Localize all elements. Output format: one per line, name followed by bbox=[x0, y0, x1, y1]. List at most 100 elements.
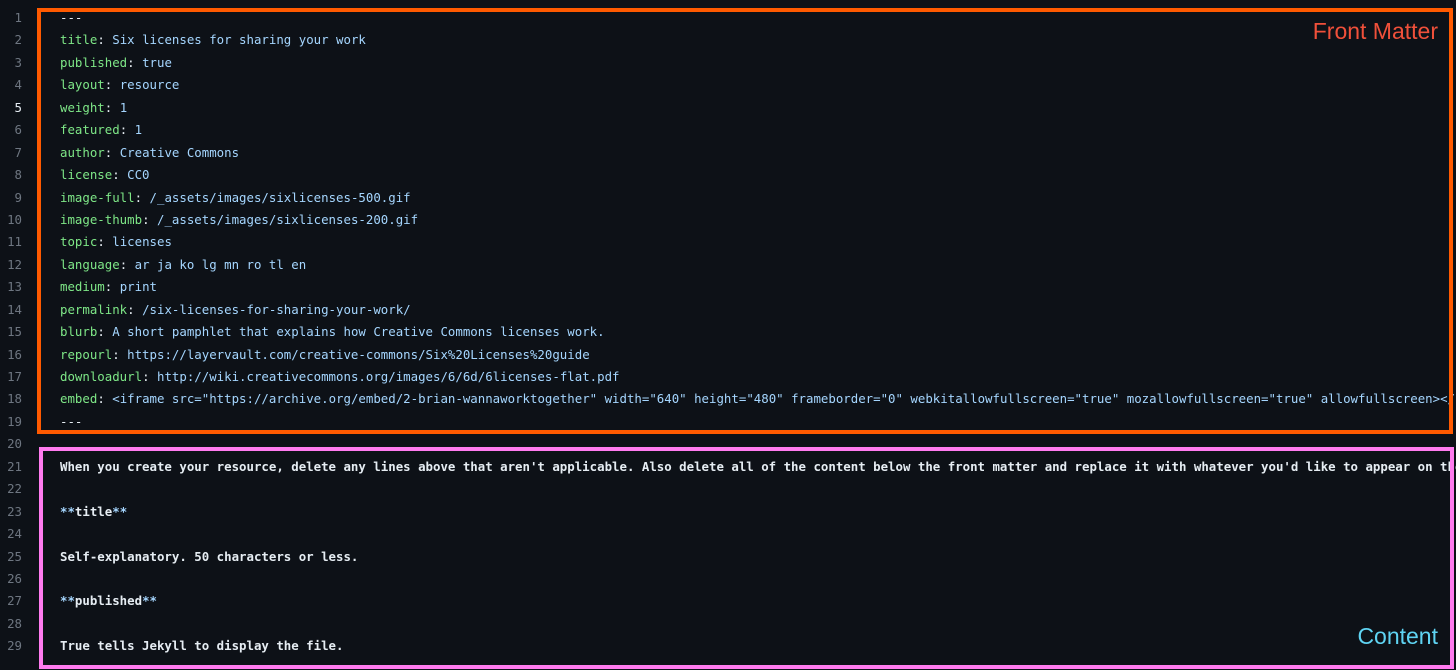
code-line[interactable]: 23 **title** bbox=[0, 501, 1456, 523]
line-text: layout: resource bbox=[60, 74, 179, 96]
code-line[interactable]: 26 bbox=[0, 568, 1456, 590]
line-number: 8 bbox=[14, 167, 22, 183]
markdown-bold-marker: ** bbox=[60, 503, 75, 519]
text-token: : bbox=[127, 54, 143, 70]
line-number: 23 bbox=[7, 503, 22, 519]
yaml-key: weight bbox=[60, 99, 105, 115]
code-editor[interactable]: 1 --- 2 title: Six licenses for sharing you… bbox=[0, 7, 1456, 658]
text-token: : bbox=[127, 301, 143, 317]
yaml-value: licenses bbox=[112, 234, 172, 250]
yaml-value: <iframe src="https://archive.org/embed/2… bbox=[112, 391, 1456, 407]
code-line[interactable]: 1 --- bbox=[0, 7, 1456, 29]
text-token: True tells Jekyll to display the file. bbox=[60, 638, 344, 654]
yaml-key: downloadurl bbox=[60, 369, 143, 384]
code-line[interactable]: 10 image-thumb: /_assets/images/sixlicens… bbox=[0, 209, 1456, 231]
line-text: Self-explanatory. 50 characters or less. bbox=[60, 546, 358, 568]
code-line[interactable]: 4 layout: resource bbox=[0, 74, 1456, 96]
line-number: 12 bbox=[7, 256, 22, 272]
text-token: published bbox=[74, 593, 143, 609]
line-text: featured: 1 bbox=[60, 119, 142, 141]
code-line[interactable]: 21 When you create your resource, delete … bbox=[0, 456, 1456, 478]
line-text: blurb: A short pamphlet that explains ho… bbox=[60, 321, 605, 343]
text-token: : bbox=[112, 167, 128, 183]
line-text: permalink: /six-licenses-for-sharing-you… bbox=[60, 299, 411, 321]
yaml-key: image-full bbox=[60, 189, 135, 205]
line-text: language: ar ja ko lg mn ro tl en bbox=[60, 254, 306, 276]
yaml-key: author bbox=[60, 144, 105, 160]
yaml-key: title bbox=[60, 32, 98, 48]
line-number: 27 bbox=[7, 593, 22, 609]
text-token: : bbox=[104, 77, 120, 93]
code-line[interactable]: 14 permalink: /six-licenses-for-sharing-y… bbox=[0, 299, 1456, 321]
line-number: 11 bbox=[7, 234, 22, 250]
code-line[interactable]: 13 medium: print bbox=[0, 276, 1456, 298]
code-line[interactable]: 9 image-full: /_assets/images/sixlicenses… bbox=[0, 187, 1456, 209]
code-line[interactable]: 25 Self-explanatory. 50 characters or les… bbox=[0, 546, 1456, 568]
markdown-bold-marker: ** bbox=[112, 503, 128, 519]
yaml-key: embed bbox=[60, 391, 98, 407]
code-line[interactable]: 28 bbox=[0, 613, 1456, 635]
text-token: : bbox=[104, 99, 120, 115]
yaml-key: medium bbox=[60, 279, 105, 295]
code-line[interactable]: 18 embed: <iframe src="https://archive.or… bbox=[0, 388, 1456, 410]
line-number: 3 bbox=[14, 54, 22, 70]
code-line[interactable]: 22 bbox=[0, 478, 1456, 500]
text-token: --- bbox=[60, 413, 83, 429]
line-text: **published** bbox=[60, 590, 157, 612]
line-text: author: Creative Commons bbox=[60, 142, 239, 164]
text-token: title bbox=[74, 503, 113, 519]
line-text: True tells Jekyll to display the file. bbox=[60, 635, 343, 657]
code-line[interactable]: 5 weight: 1 bbox=[0, 97, 1456, 119]
line-text: medium: print bbox=[60, 276, 157, 298]
code-line[interactable]: 17 downloadurl: http://wiki.creativecommo… bbox=[0, 366, 1456, 388]
line-number: 22 bbox=[7, 481, 22, 497]
code-line[interactable]: 6 featured: 1 bbox=[0, 119, 1456, 141]
code-line[interactable]: 16 repourl: https://layervault.com/creati… bbox=[0, 344, 1456, 366]
code-line[interactable]: 27 **published** bbox=[0, 590, 1456, 612]
text-token: : bbox=[142, 369, 157, 384]
code-line[interactable]: 19 --- bbox=[0, 411, 1456, 433]
code-line[interactable]: 2 title: Six licenses for sharing your wo… bbox=[0, 29, 1456, 51]
code-line[interactable]: 12 language: ar ja ko lg mn ro tl en bbox=[0, 254, 1456, 276]
yaml-value: http://wiki.creativecommons.org/images/6… bbox=[156, 369, 620, 384]
yaml-key: repourl bbox=[60, 346, 113, 362]
text-token: Self-explanatory. 50 characters or less. bbox=[60, 548, 359, 564]
text-token: : bbox=[97, 32, 113, 48]
line-number: 28 bbox=[7, 615, 22, 631]
code-line[interactable]: 8 license: CC0 bbox=[0, 164, 1456, 186]
markdown-bold-marker: ** bbox=[142, 593, 157, 609]
line-number: 13 bbox=[7, 279, 22, 295]
line-text: --- bbox=[60, 411, 82, 433]
text-token: : bbox=[119, 256, 135, 272]
code-line[interactable]: 29 True tells Jekyll to display the file. bbox=[0, 635, 1456, 657]
line-number: 9 bbox=[14, 189, 22, 205]
code-line[interactable]: 3 published: true bbox=[0, 52, 1456, 74]
text-token: : bbox=[97, 391, 113, 407]
code-line[interactable]: 24 bbox=[0, 523, 1456, 545]
yaml-value: Creative Commons bbox=[119, 144, 240, 160]
line-text: embed: <iframe src="https://archive.org/… bbox=[60, 388, 1456, 410]
text-token: : bbox=[142, 211, 157, 227]
content-label: Content bbox=[1357, 623, 1438, 649]
line-number: 2 bbox=[14, 32, 22, 48]
code-line[interactable]: 15 blurb: A short pamphlet that explains … bbox=[0, 321, 1456, 343]
text-token: : bbox=[104, 279, 120, 295]
code-line[interactable]: 20 bbox=[0, 433, 1456, 455]
line-number: 15 bbox=[7, 324, 22, 340]
line-text: --- bbox=[60, 7, 82, 29]
line-number: 16 bbox=[7, 346, 22, 362]
text-token: : bbox=[104, 144, 120, 160]
code-line[interactable]: 11 topic: licenses bbox=[0, 231, 1456, 253]
line-number: 5 bbox=[14, 99, 22, 115]
text-token: : bbox=[97, 234, 113, 250]
text-token: : bbox=[134, 189, 150, 205]
text-token: --- bbox=[60, 10, 83, 25]
yaml-key: image-thumb bbox=[60, 211, 143, 227]
line-number: 17 bbox=[7, 369, 22, 384]
yaml-key: language bbox=[60, 256, 120, 272]
yaml-key: permalink bbox=[60, 301, 128, 317]
line-text: published: true bbox=[60, 52, 172, 74]
code-line[interactable]: 7 author: Creative Commons bbox=[0, 142, 1456, 164]
line-text: **title** bbox=[60, 501, 127, 523]
line-number: 18 bbox=[7, 391, 22, 407]
